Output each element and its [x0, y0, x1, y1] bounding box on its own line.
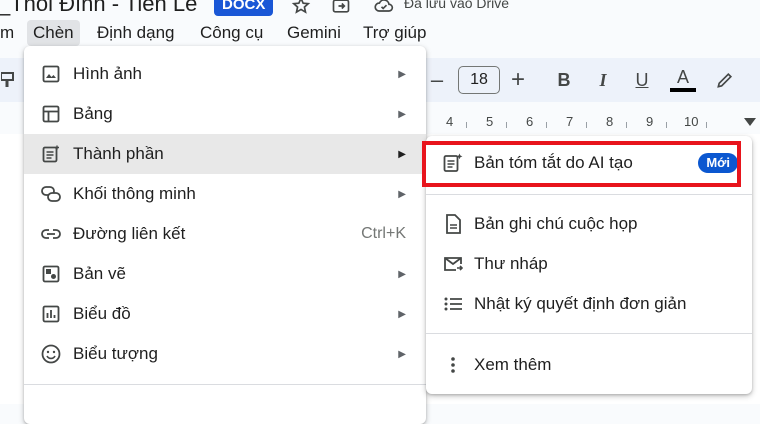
saved-status: Đã lưu vào Drive — [404, 0, 510, 11]
new-badge: Mới — [698, 153, 738, 173]
ruler-number: 8 — [606, 114, 614, 129]
cloud-saved-icon — [372, 0, 394, 16]
insert-menu: Hình ảnh ▶ Bảng ▶ Thành phần ▶ Khối thôn… — [24, 46, 426, 424]
list-icon — [442, 293, 464, 315]
submenu-option-decision-log[interactable]: Nhật ký quyết định đơn giản — [426, 284, 752, 324]
menu-item-view[interactable]: m — [0, 20, 20, 46]
submenu-arrow-icon: ▶ — [398, 68, 406, 80]
submenu-arrow-icon: ▶ — [398, 268, 406, 280]
paint-format-icon[interactable] — [0, 58, 16, 102]
menu-option-building-blocks[interactable]: Thành phần ▶ — [24, 134, 426, 174]
menu-item-tools[interactable]: Công cụ — [194, 20, 269, 46]
document-title[interactable]: _Thôi Đình - Tiến Lê — [0, 0, 197, 17]
menu-option-label: Bản vẽ — [73, 264, 126, 283]
more-vert-icon — [442, 354, 464, 376]
chart-icon — [40, 303, 62, 325]
submenu-option-meeting-notes[interactable]: Bản ghi chú cuộc họp — [426, 204, 752, 244]
menu-option-label: Bảng — [73, 104, 113, 123]
menu-item-insert[interactable]: Chèn — [27, 20, 80, 46]
menu-option-label: Đường liên kết — [73, 224, 186, 243]
highlight-pen-icon[interactable] — [714, 58, 736, 102]
submenu-option-label: Bản tóm tắt do AI tạo — [474, 153, 633, 172]
submenu-option-label: Nhật ký quyết định đơn giản — [474, 294, 687, 313]
table-icon — [40, 103, 62, 125]
menu-option-smart-chips[interactable]: Khối thông minh ▶ — [24, 174, 426, 214]
text-color-button[interactable]: A — [670, 58, 696, 102]
decrease-font-size-button[interactable]: – — [426, 58, 448, 102]
menu-option-link[interactable]: Đường liên kết Ctrl+K — [24, 214, 426, 254]
ruler-number: 10 — [684, 114, 699, 129]
indent-marker-icon[interactable] — [744, 118, 756, 126]
ruler-number: 7 — [566, 114, 574, 129]
submenu-arrow-icon: ▶ — [398, 188, 406, 200]
file-type-badge: DOCX — [214, 0, 274, 16]
link-icon — [40, 223, 62, 245]
font-size-input[interactable]: 18 — [458, 66, 500, 94]
email-draft-icon — [442, 253, 464, 275]
menu-option-label: Thành phần — [73, 144, 164, 163]
building-blocks-submenu: Bản tóm tắt do AI tạo Mới Bản ghi chú cu… — [426, 136, 752, 394]
menu-option-label: Hình ảnh — [73, 64, 142, 83]
title-bar: _Thôi Đình - Tiến Lê DOCX Đã lưu vào Dri… — [0, 0, 760, 18]
submenu-option-email-draft[interactable]: Thư nháp — [426, 244, 752, 284]
submenu-arrow-icon: ▶ — [398, 148, 406, 160]
italic-button[interactable]: I — [591, 58, 615, 102]
star-icon[interactable] — [290, 0, 312, 16]
submenu-divider — [426, 333, 752, 334]
menu-item-help[interactable]: Trợ giúp — [357, 20, 432, 46]
emoji-icon — [40, 343, 62, 365]
submenu-arrow-icon: ▶ — [398, 348, 406, 360]
menu-item-format[interactable]: Định dạng — [91, 20, 181, 46]
ruler-tick — [506, 122, 507, 128]
submenu-option-label: Bản ghi chú cuộc họp — [474, 214, 638, 233]
submenu-arrow-icon: ▶ — [398, 108, 406, 120]
drawing-icon — [40, 263, 62, 285]
menu-item-gemini[interactable]: Gemini — [281, 20, 347, 46]
move-to-folder-icon[interactable] — [330, 0, 352, 16]
bold-button[interactable]: B — [552, 58, 576, 102]
ruler-tick — [706, 122, 707, 128]
menu-option-label: Biểu tượng — [73, 344, 158, 363]
building-blocks-icon — [40, 143, 62, 165]
menu-option-emoji[interactable]: Biểu tượng ▶ — [24, 334, 426, 374]
ruler-number: 9 — [646, 114, 654, 129]
ai-summary-icon — [442, 152, 464, 174]
ruler-number: 4 — [446, 114, 454, 129]
menu-option-table[interactable]: Bảng ▶ — [24, 94, 426, 134]
ruler-number: 5 — [486, 114, 494, 129]
submenu-option-see-more[interactable]: Xem thêm — [426, 345, 752, 385]
submenu-divider — [426, 194, 752, 195]
submenu-option-ai-summary[interactable]: Bản tóm tắt do AI tạo Mới — [426, 143, 752, 183]
menu-divider — [24, 384, 426, 385]
ruler-number: 6 — [526, 114, 534, 129]
ruler-tick — [546, 122, 547, 128]
menu-option-drawing[interactable]: Bản vẽ ▶ — [24, 254, 426, 294]
ruler-tick — [666, 122, 667, 128]
document-icon — [442, 213, 464, 235]
text-color-letter: A — [676, 67, 689, 87]
menu-option-label: Khối thông minh — [73, 184, 196, 203]
menu-bar: m Chèn Định dạng Công cụ Gemini Trợ giúp — [0, 20, 760, 46]
ruler-tick — [626, 122, 627, 128]
image-icon — [40, 63, 62, 85]
menu-option-label: Biểu đồ — [73, 304, 131, 323]
smart-chip-icon — [40, 183, 62, 205]
underline-button[interactable]: U — [630, 58, 654, 102]
increase-font-size-button[interactable]: + — [506, 58, 530, 102]
menu-option-chart[interactable]: Biểu đồ ▶ — [24, 294, 426, 334]
ruler-tick — [586, 122, 587, 128]
submenu-option-label: Xem thêm — [474, 355, 552, 374]
text-color-swatch — [670, 88, 696, 92]
submenu-option-label: Thư nháp — [474, 254, 548, 273]
keyboard-shortcut: Ctrl+K — [361, 225, 406, 242]
menu-option-image[interactable]: Hình ảnh ▶ — [24, 54, 426, 94]
submenu-arrow-icon: ▶ — [398, 308, 406, 320]
ruler-tick — [466, 122, 467, 128]
